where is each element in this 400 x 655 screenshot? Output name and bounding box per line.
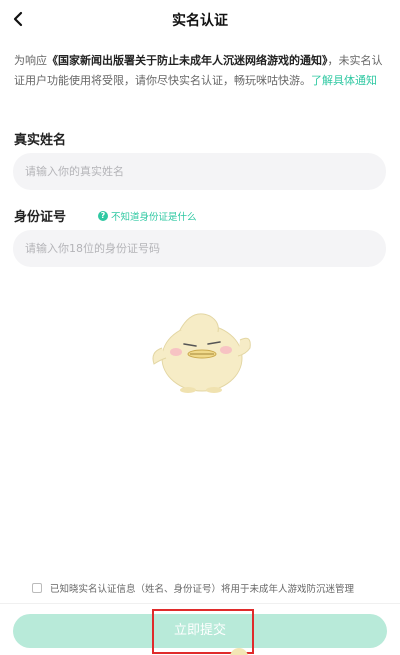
header-bar: 实名认证 (0, 0, 400, 40)
mascot-peek (230, 648, 248, 655)
mascot-illustration (152, 313, 251, 393)
real-name-input[interactable] (13, 153, 386, 190)
agreement-row: 已知晓实名认证信息（姓名、身份证号）将用于未成年人游戏防沉迷管理 (32, 581, 354, 595)
footer-divider (0, 603, 400, 604)
id-help-link[interactable]: ? 不知道身份证是什么 (98, 209, 197, 223)
submit-button[interactable]: 立即提交 (13, 614, 387, 648)
id-number-input[interactable] (13, 230, 386, 267)
notice-intro: 为响应 (14, 54, 47, 67)
notice-detail-link[interactable]: 了解具体通知 (311, 74, 377, 87)
notice-document-title: 《国家新闻出版署关于防止未成年人沉迷网络游戏的通知》 (47, 54, 328, 67)
id-number-label: 身份证号 (14, 210, 67, 225)
question-circle-icon: ? (98, 211, 108, 221)
page-title: 实名认证 (172, 13, 228, 29)
policy-notice: 为响应《国家新闻出版署关于防止未成年人沉迷网络游戏的通知》，未实名认证用户功能使… (14, 51, 387, 91)
id-help-text: 不知道身份证是什么 (111, 212, 197, 223)
real-name-label: 真实姓名 (14, 133, 67, 148)
agreement-text: 已知晓实名认证信息（姓名、身份证号）将用于未成年人游戏防沉迷管理 (50, 584, 355, 595)
agreement-checkbox[interactable] (32, 583, 42, 593)
